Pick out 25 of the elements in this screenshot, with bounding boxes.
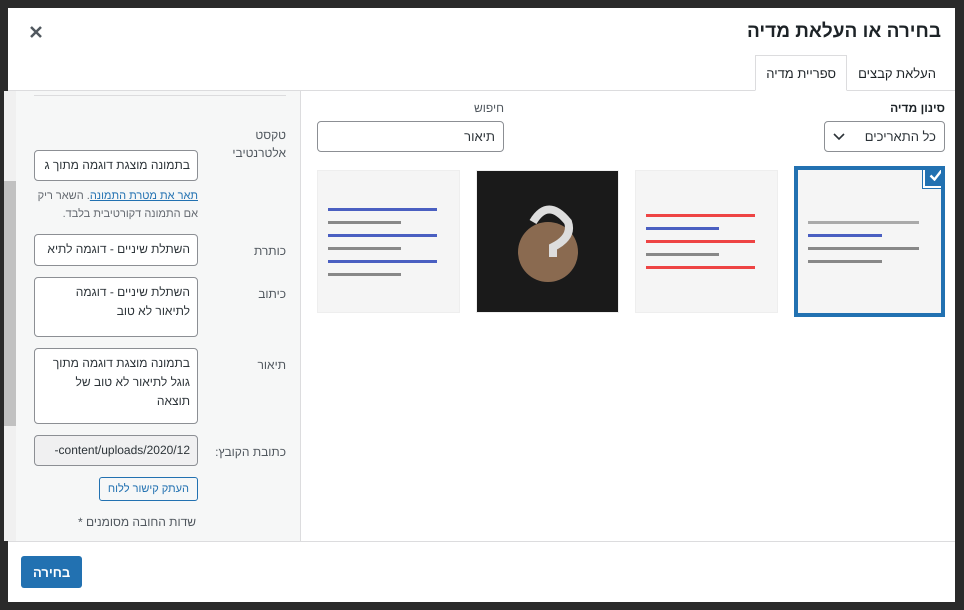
caption-field[interactable]: השתלת שיניים - דוגמה לתיאור לא טוב (34, 276, 198, 337)
date-filter-select[interactable]: כל התאריכים (824, 121, 945, 152)
field-label: כתובת הקובץ: (214, 444, 286, 461)
search-label: חיפוש (473, 101, 504, 115)
dialog-title: בחירה או העלאת מדיה (746, 20, 941, 42)
field-label: טקסט אלטרנטיבי (231, 127, 286, 162)
select-button[interactable]: בחירה (21, 556, 82, 588)
field-label: כותרת (252, 243, 286, 260)
media-thumbnail[interactable] (794, 166, 945, 317)
scrollbar[interactable] (4, 91, 16, 541)
field-label: תיאור (256, 356, 286, 374)
search-field[interactable]: תיאור (317, 121, 504, 152)
field-label: כיתוב (257, 286, 286, 303)
alt-text-field[interactable]: בתמונה מוצגת דוגמה מתוך ג (34, 150, 198, 182)
help-text: תאר את מטרת התמונה. השאר ריק אם התמונה דקורטיבית בלבד. (36, 189, 198, 222)
chevron-down-icon (833, 132, 845, 140)
copy-link-button[interactable]: העתק קישור ללוח (98, 476, 198, 501)
help-link[interactable]: תאר את מטרת התמונה (90, 190, 198, 202)
filter-label: סינון מדיה (889, 101, 945, 115)
description-field[interactable]: בתמונה מוצגת דוגמה מתוך גוגל לתיאור לא טוב של תוצאה (34, 348, 198, 424)
file-url-field[interactable]: -content/uploads/2020/12 (34, 434, 198, 466)
required-fields-note: שדות החובה מסומנים * (76, 514, 196, 529)
tab[interactable]: ספריית מדיה (755, 55, 848, 91)
title-field[interactable]: השתלת שיניים - דוגמה לתיא (34, 234, 198, 266)
tab[interactable]: העלאת קבצים (847, 55, 947, 91)
